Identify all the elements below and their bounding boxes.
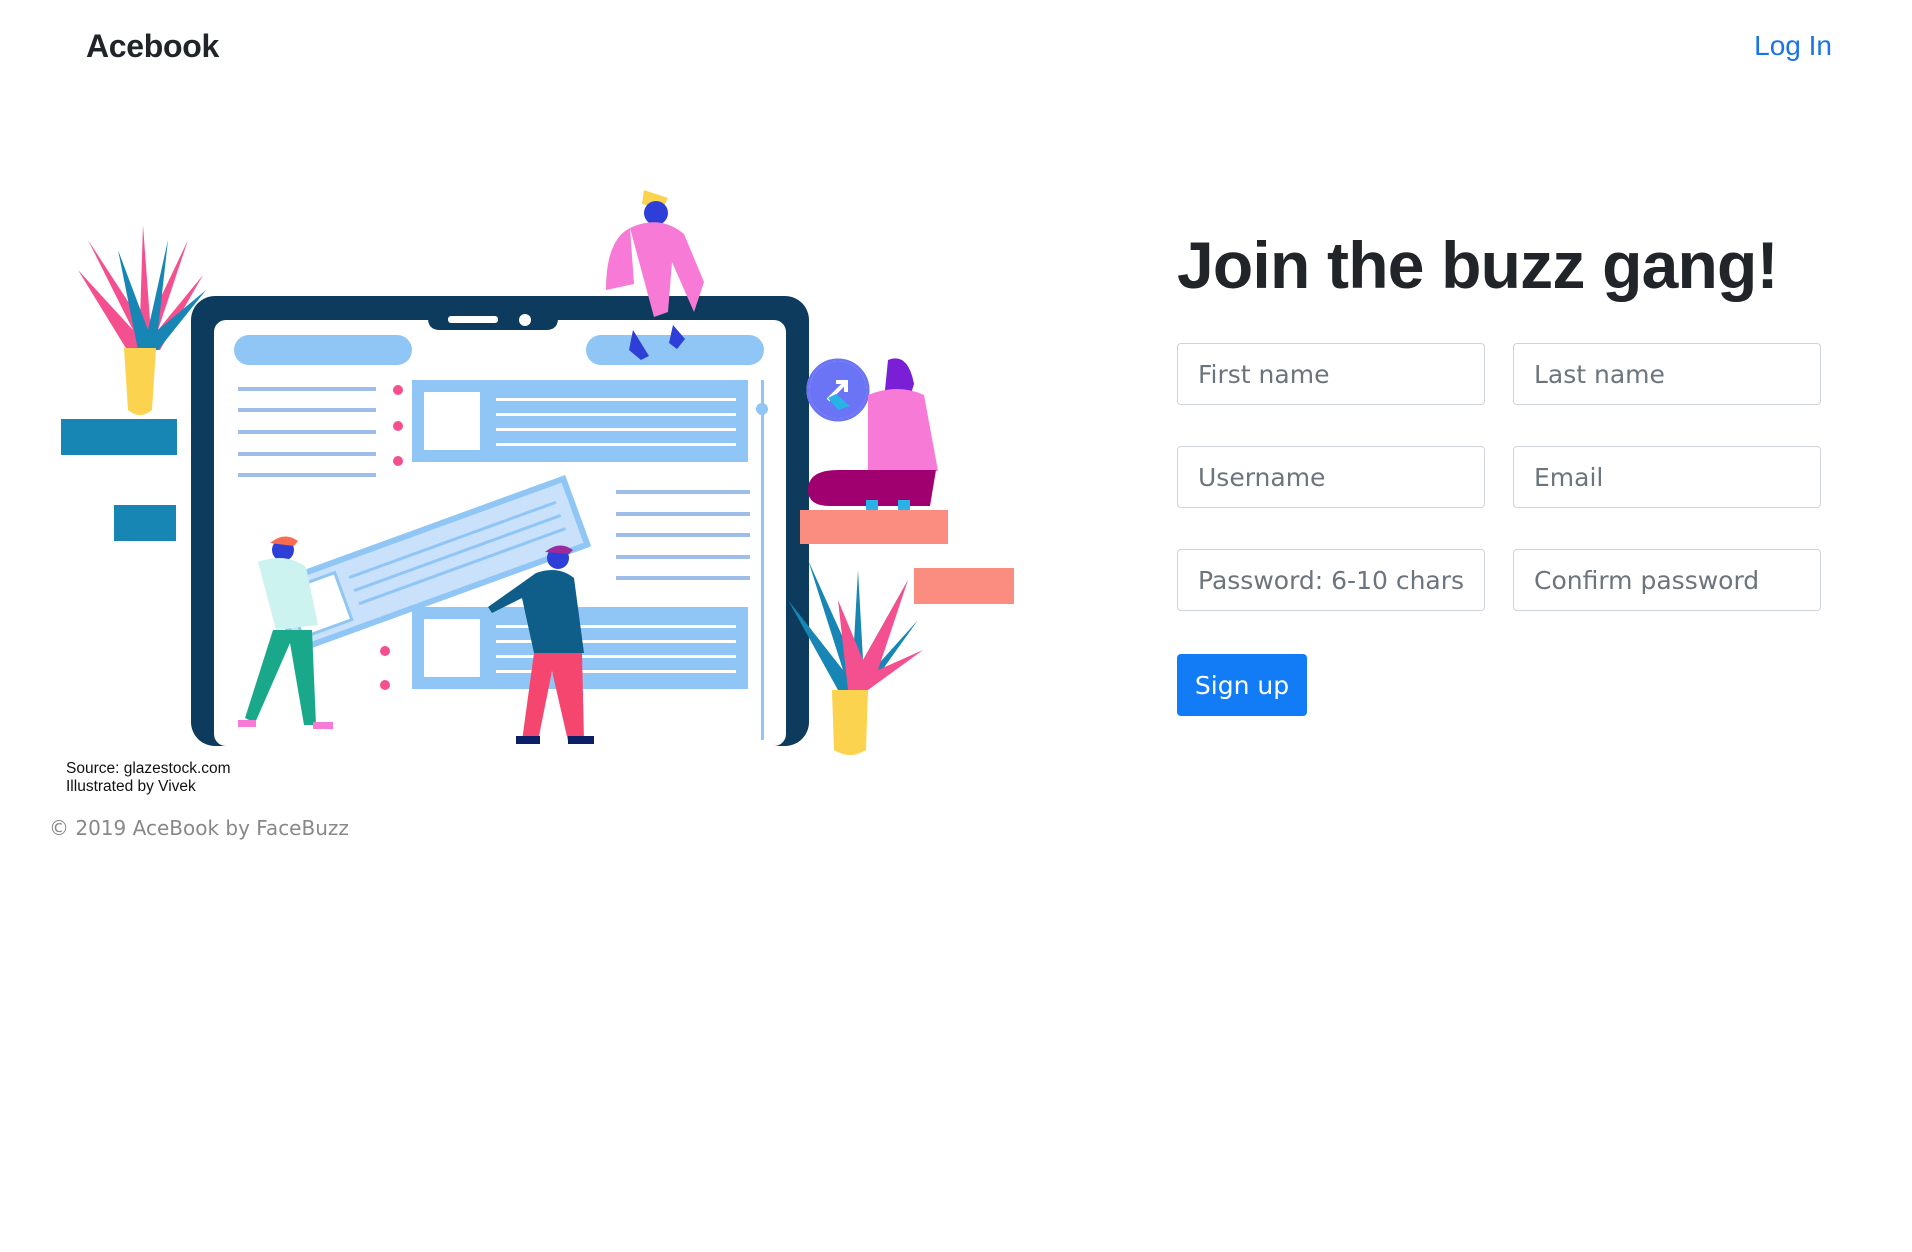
first-name-field[interactable] (1177, 343, 1485, 405)
footer-copyright: © 2019 AceBook by FaceBuzz (49, 816, 349, 840)
signup-page: Acebook Log In Source: glazestock.com Il… (0, 0, 1912, 1252)
login-link[interactable]: Log In (1754, 30, 1832, 62)
left-plant-icon (78, 225, 206, 415)
navbar: Acebook Log In (0, 0, 1912, 96)
username-field[interactable] (1177, 446, 1485, 508)
confirm-password-field[interactable] (1513, 549, 1821, 611)
password-field[interactable] (1177, 549, 1485, 611)
left-shelf-top (61, 419, 177, 455)
password-row (1177, 549, 1827, 611)
right-step-top (800, 510, 948, 544)
credit-source: Source: glazestock.com (66, 760, 231, 777)
account-row (1177, 446, 1827, 508)
illustration-credit: Source: glazestock.com Illustrated by Vi… (66, 760, 231, 796)
signup-form: Join the buzz gang! Sign up (1177, 225, 1827, 716)
page-title: Join the buzz gang! (1177, 228, 1779, 302)
name-row (1177, 343, 1827, 405)
last-name-field[interactable] (1513, 343, 1821, 405)
email-field[interactable] (1513, 446, 1821, 508)
right-step-bottom (914, 568, 1014, 604)
brand-logo[interactable]: Acebook (86, 28, 219, 65)
person-badge-icon (806, 358, 938, 522)
left-shelf-bottom (114, 505, 176, 541)
signup-button[interactable]: Sign up (1177, 654, 1307, 716)
credit-illustrator: Illustrated by Vivek (66, 778, 196, 795)
hero-illustration (61, 190, 1014, 755)
